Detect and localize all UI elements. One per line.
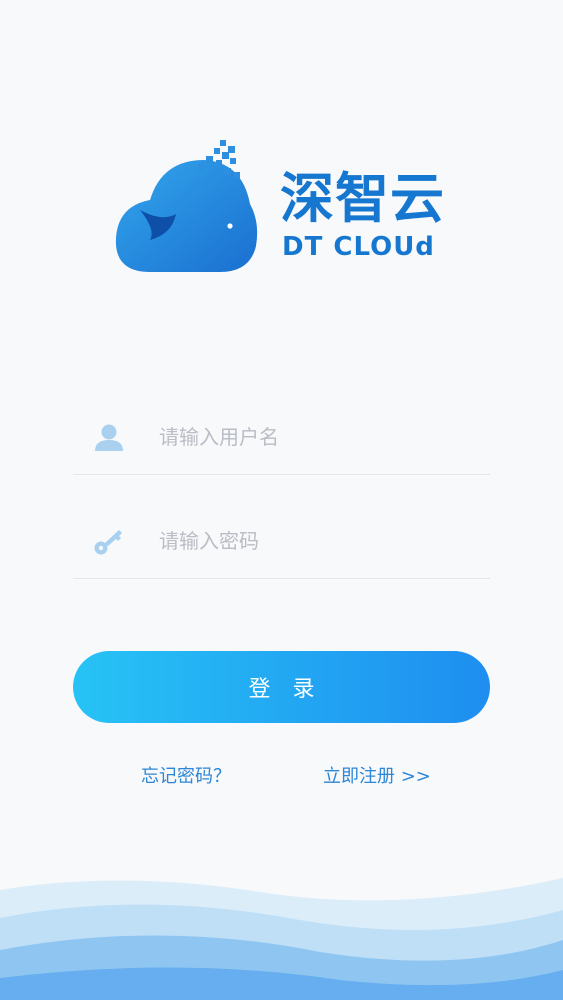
register-link[interactable]: 立即注册 >> <box>323 762 431 788</box>
brand-name-cn: 深智云 <box>280 167 445 230</box>
forgot-password-link[interactable]: 忘记密码？ <box>141 762 231 788</box>
username-input[interactable] <box>157 416 481 458</box>
user-icon <box>95 424 123 451</box>
login-button[interactable]: 登录 <box>73 651 490 723</box>
password-input[interactable] <box>157 520 481 562</box>
brand-name-en: DT CLOUd <box>282 232 435 262</box>
username-field <box>73 398 490 475</box>
cloud-whale-logo-icon <box>115 140 258 272</box>
key-icon <box>94 530 122 555</box>
app-logo: 深智云 DT CLOUd <box>110 138 460 278</box>
password-field <box>73 502 490 579</box>
wave-decoration <box>0 878 563 1000</box>
